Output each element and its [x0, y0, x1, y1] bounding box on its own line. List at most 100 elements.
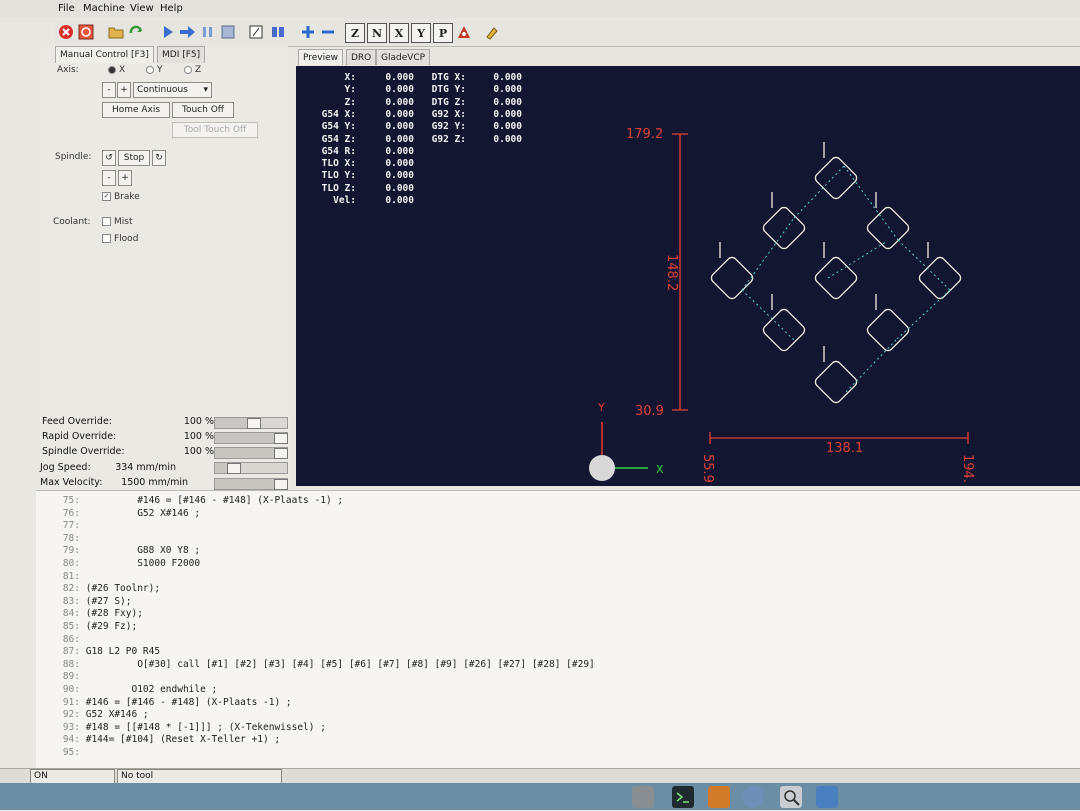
slider-thumb[interactable] [274, 433, 288, 444]
power-icon[interactable] [77, 23, 95, 41]
step-icon[interactable] [179, 23, 197, 41]
line-number: 91: [62, 696, 80, 708]
line-number: 76: [62, 507, 80, 519]
code-line: 95: [36, 747, 80, 760]
code-line: 80: S1000 F2000 [36, 558, 200, 571]
mist-checkbox[interactable]: Mist [102, 217, 132, 227]
tab-gladevcp[interactable]: GladeVCP [376, 49, 431, 65]
max-velocity-slider[interactable] [214, 478, 288, 490]
menu-help[interactable]: Help [160, 3, 183, 14]
code-line: 76: G52 X#146 ; [36, 508, 200, 521]
home-axis-button[interactable]: Home Axis [102, 102, 170, 118]
view-p-button[interactable]: P [433, 23, 453, 43]
view-n-button[interactable]: N [367, 23, 387, 43]
clear-plot-icon[interactable] [483, 23, 501, 41]
line-number: 86: [62, 633, 80, 645]
app-icon[interactable] [708, 786, 730, 808]
view-y-button[interactable]: Y [411, 23, 431, 43]
view-x-button[interactable]: X [389, 23, 409, 43]
block-delete-icon[interactable] [247, 23, 265, 41]
code-text: #146 = [#146 - #148] (X-Plaats -1) ; [80, 696, 292, 708]
code-text: G88 X0 Y8 ; [80, 545, 201, 557]
code-line: 87: G18 L2 P0 R45 [36, 646, 160, 659]
spindle-ccw-icon[interactable]: ↺ [102, 150, 116, 166]
preview-canvas[interactable]: X: 0.000 Y: 0.000 Z: 0.000 G54 X: 0.000 G54 … [296, 66, 1080, 486]
max-velocity-value: 1500 mm/min [121, 477, 188, 488]
rapid-override-label: Rapid Override: [42, 431, 117, 442]
spindle-faster-button[interactable]: + [118, 170, 132, 186]
line-number: 83: [62, 595, 80, 607]
pause-icon[interactable] [199, 23, 217, 41]
code-line: 84: (#28 Fxy); [36, 608, 143, 621]
code-line: 93: #148 = [[#148 * [-1]]] ; (X-Tekenwis… [36, 722, 326, 735]
diamond-shape [814, 242, 858, 300]
drive-icon[interactable] [632, 786, 654, 808]
open-file-icon[interactable] [107, 23, 125, 41]
menu-view[interactable]: View [130, 3, 154, 14]
jog-speed-slider[interactable] [214, 462, 288, 474]
axis-x-label: X [656, 463, 664, 476]
rapid-line [845, 339, 897, 393]
diamond-shape [814, 346, 858, 404]
jog-mode-select[interactable]: Continuous ▾ [133, 82, 212, 98]
code-line: 90: O102 endwhile ; [36, 684, 217, 697]
estop-icon[interactable] [57, 23, 75, 41]
spindle-cw-icon[interactable]: ↻ [152, 150, 166, 166]
tab-mdi[interactable]: MDI [F5] [157, 46, 206, 63]
axis-radio-y[interactable]: Y [146, 65, 163, 75]
code-line: 85: (#29 Fz); [36, 621, 137, 634]
search-icon[interactable] [780, 786, 802, 808]
code-text: S1000 F2000 [80, 558, 201, 569]
browser-icon[interactable] [742, 786, 764, 808]
gcode-text[interactable]: 75: #146 = [#146 - #148] (X-Plaats -1) ;… [36, 490, 1080, 769]
axis-radio-x[interactable]: X [108, 65, 125, 75]
feed-override-slider[interactable] [214, 417, 288, 429]
code-text: G52 X#146 ; [80, 709, 149, 721]
touch-off-button[interactable]: Touch Off [172, 102, 234, 118]
menu-file[interactable]: File [58, 3, 75, 14]
tab-preview[interactable]: Preview [298, 49, 344, 65]
spindle-override-slider[interactable] [214, 447, 288, 459]
code-line: 92: G52 X#146 ; [36, 709, 149, 722]
stop-icon[interactable] [219, 23, 237, 41]
menu-machine[interactable]: Machine [83, 3, 125, 14]
diamond-shape [762, 294, 806, 352]
zoom-out-icon[interactable] [319, 23, 337, 41]
diamond-shape [710, 242, 754, 300]
tool-touch-off-button[interactable]: Tool Touch Off [172, 122, 258, 138]
spindle-slower-button[interactable]: - [102, 170, 116, 186]
tab-manual-control[interactable]: Manual Control [F3] [55, 46, 154, 63]
code-text: #148 = [[#148 * [-1]]] ; (X-Tekenwissel)… [80, 721, 326, 733]
axis-radio-z[interactable]: Z [184, 65, 201, 75]
jog-plus-button[interactable]: + [117, 82, 131, 98]
run-icon[interactable] [159, 23, 177, 41]
slider-thumb[interactable] [274, 448, 288, 459]
view-z-button[interactable]: Z [345, 23, 365, 43]
slider-thumb[interactable] [247, 418, 262, 429]
spindle-override-value: 100 % [183, 446, 214, 457]
line-number: 88: [62, 658, 80, 670]
rapid-override-slider[interactable] [214, 432, 288, 444]
terminal-icon[interactable] [672, 786, 694, 808]
flood-checkbox[interactable]: Flood [102, 234, 138, 244]
code-line: 88: O[#30] call [#1] [#2] [#3] [#4] [#5]… [36, 659, 595, 672]
code-text: (#27 S); [80, 595, 132, 607]
tab-dro[interactable]: DRO [346, 49, 377, 65]
spindle-stop-button[interactable]: Stop [118, 150, 150, 166]
diamond-shape [762, 192, 806, 250]
slider-thumb[interactable] [274, 479, 288, 490]
dim-top-label: 179.2 [626, 127, 663, 142]
rotate-view-icon[interactable] [455, 23, 473, 41]
code-line: 78: [36, 533, 80, 546]
line-number: 85: [62, 621, 80, 632]
optional-stop-icon[interactable] [269, 23, 287, 41]
line-number: 80: [62, 558, 80, 569]
zoom-in-icon[interactable] [299, 23, 317, 41]
brake-checkbox[interactable]: ✓ Brake [102, 192, 140, 202]
jog-minus-button[interactable]: - [102, 82, 116, 98]
slider-thumb[interactable] [226, 463, 241, 474]
rapid-line [741, 217, 795, 291]
line-number: 82: [62, 583, 80, 595]
folder-icon[interactable] [816, 786, 838, 808]
reload-icon[interactable] [127, 23, 145, 41]
